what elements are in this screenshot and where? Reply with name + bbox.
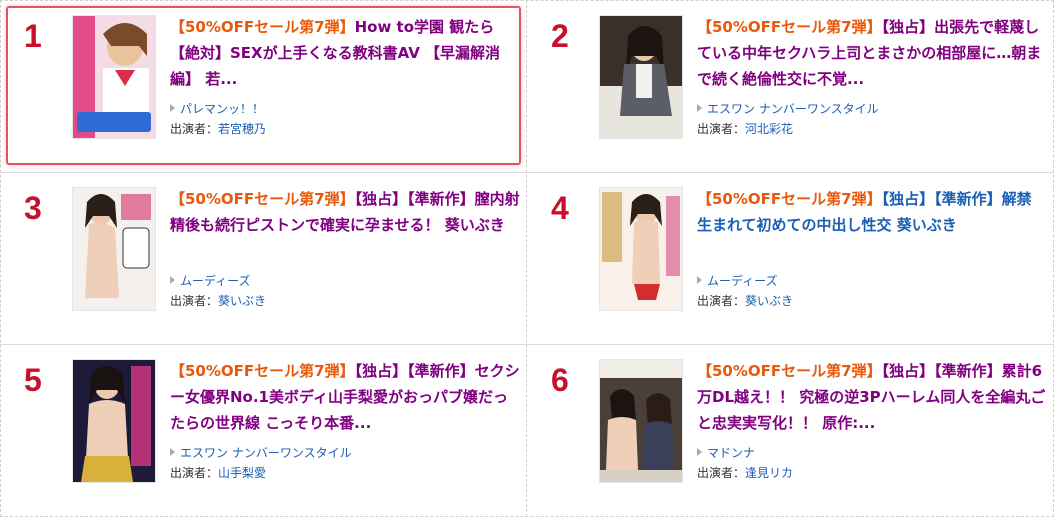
actor-link[interactable]: 若宮穂乃: [218, 122, 266, 136]
triangle-bullet-icon: [170, 104, 175, 112]
actor-label: 出演者：: [697, 122, 746, 136]
actor-label: 出演者：: [170, 466, 219, 480]
sale-tag: 【50%OFFセール第7弾】: [697, 362, 882, 380]
actor-line: 出演者：河北彩花: [697, 120, 793, 137]
studio-name: エスワン ナンバーワンスタイル: [707, 102, 879, 116]
studio-link[interactable]: マドンナ: [697, 444, 755, 461]
triangle-bullet-icon: [697, 276, 702, 284]
studio-link[interactable]: エスワン ナンバーワンスタイル: [697, 100, 879, 117]
item-title-link[interactable]: 【50%OFFセール第7弾】【独占】【準新作】セクシー女優界No.1美ボディ山手…: [170, 358, 520, 436]
cover-thumbnail[interactable]: [72, 359, 156, 483]
item-title-link[interactable]: 【50%OFFセール第7弾】【独占】【準新作】膣内射精後も続行ピストンで確実に孕…: [170, 186, 520, 238]
sale-tag: 【50%OFFセール第7弾】: [170, 362, 355, 380]
cover-thumbnail[interactable]: [599, 15, 683, 139]
item-title-link[interactable]: 【50%OFFセール第7弾】【独占】【準新作】累計6万DL越え！！ 究極の逆3P…: [697, 358, 1047, 436]
cover-thumbnail[interactable]: [72, 15, 156, 139]
rank-number: 3: [24, 190, 42, 226]
ranking-item-5[interactable]: 5 【50%OFFセール第7弾】【独占】【準新作】セクシー女優界No.1美ボディ…: [0, 344, 527, 517]
actor-link[interactable]: 河北彩花: [745, 122, 793, 136]
actor-label: 出演者：: [697, 294, 746, 308]
sale-tag: 【50%OFFセール第7弾】: [697, 18, 882, 36]
item-title-link[interactable]: 【50%OFFセール第7弾】【独占】出張先で軽蔑している中年セクハラ上司とまさか…: [697, 14, 1047, 92]
studio-link[interactable]: エスワン ナンバーワンスタイル: [170, 444, 352, 461]
studio-name: マドンナ: [707, 446, 756, 460]
item-title-link[interactable]: 【50%OFFセール第7弾】How to学園 観たら【絶対】SEXが上手くなる教…: [170, 14, 520, 92]
studio-name: エスワン ナンバーワンスタイル: [180, 446, 352, 460]
cover-thumbnail[interactable]: [599, 359, 683, 483]
actor-label: 出演者：: [697, 466, 746, 480]
cover-thumbnail[interactable]: [599, 187, 683, 311]
studio-link[interactable]: ムーディーズ: [170, 272, 251, 289]
actor-label: 出演者：: [170, 294, 219, 308]
actor-line: 出演者：逢見リカ: [697, 464, 793, 481]
actor-line: 出演者：山手梨愛: [170, 464, 266, 481]
rank-number: 6: [551, 362, 569, 398]
cover-thumbnail[interactable]: [72, 187, 156, 311]
ranking-item-4[interactable]: 4 【50%OFFセール第7弾】【独占】【準新作】解禁 生まれて初めての中出し性…: [527, 172, 1054, 344]
triangle-bullet-icon: [697, 448, 702, 456]
ranking-item-3[interactable]: 3 【50%OFFセール第7弾】【独占】【準新作】膣内射精後も続行ピストンで確実…: [0, 172, 527, 344]
triangle-bullet-icon: [170, 448, 175, 456]
actor-link[interactable]: 葵いぶき: [218, 294, 266, 308]
ranking-item-1[interactable]: 1 【50%OFFセール第7弾】How to学園 観たら【絶対】SEXが上手くな…: [0, 0, 527, 172]
sale-tag: 【50%OFFセール第7弾】: [170, 18, 355, 36]
triangle-bullet-icon: [170, 276, 175, 284]
rank-number: 1: [24, 18, 42, 54]
triangle-bullet-icon: [697, 104, 702, 112]
item-title-link[interactable]: 【50%OFFセール第7弾】【独占】【準新作】解禁 生まれて初めての中出し性交 …: [697, 186, 1047, 238]
rank-number: 4: [551, 190, 569, 226]
sale-tag: 【50%OFFセール第7弾】: [170, 190, 355, 208]
actor-line: 出演者：葵いぶき: [697, 292, 793, 309]
actor-line: 出演者：若宮穂乃: [170, 120, 266, 137]
ranking-item-2[interactable]: 2 【50%OFFセール第7弾】【独占】出張先で軽蔑している中年セクハラ上司とま…: [527, 0, 1054, 172]
studio-name: ムーディーズ: [180, 274, 251, 288]
studio-link[interactable]: ムーディーズ: [697, 272, 778, 289]
actor-label: 出演者：: [170, 122, 219, 136]
studio-name: パレマンッ！！: [180, 102, 265, 116]
sale-tag: 【50%OFFセール第7弾】: [697, 190, 882, 208]
studio-link[interactable]: パレマンッ！！: [170, 100, 264, 117]
ranking-grid: 1 【50%OFFセール第7弾】How to学園 観たら【絶対】SEXが上手くな…: [0, 0, 1054, 517]
rank-number: 5: [24, 362, 42, 398]
actor-line: 出演者：葵いぶき: [170, 292, 266, 309]
ranking-item-6[interactable]: 6 【50%OFFセール第7弾】【独占】【準新作】累計6万DL越え！！ 究極の逆…: [527, 344, 1054, 517]
rank-number: 2: [551, 18, 569, 54]
actor-link[interactable]: 逢見リカ: [745, 466, 793, 480]
actor-link[interactable]: 葵いぶき: [745, 294, 793, 308]
actor-link[interactable]: 山手梨愛: [218, 466, 266, 480]
studio-name: ムーディーズ: [707, 274, 778, 288]
